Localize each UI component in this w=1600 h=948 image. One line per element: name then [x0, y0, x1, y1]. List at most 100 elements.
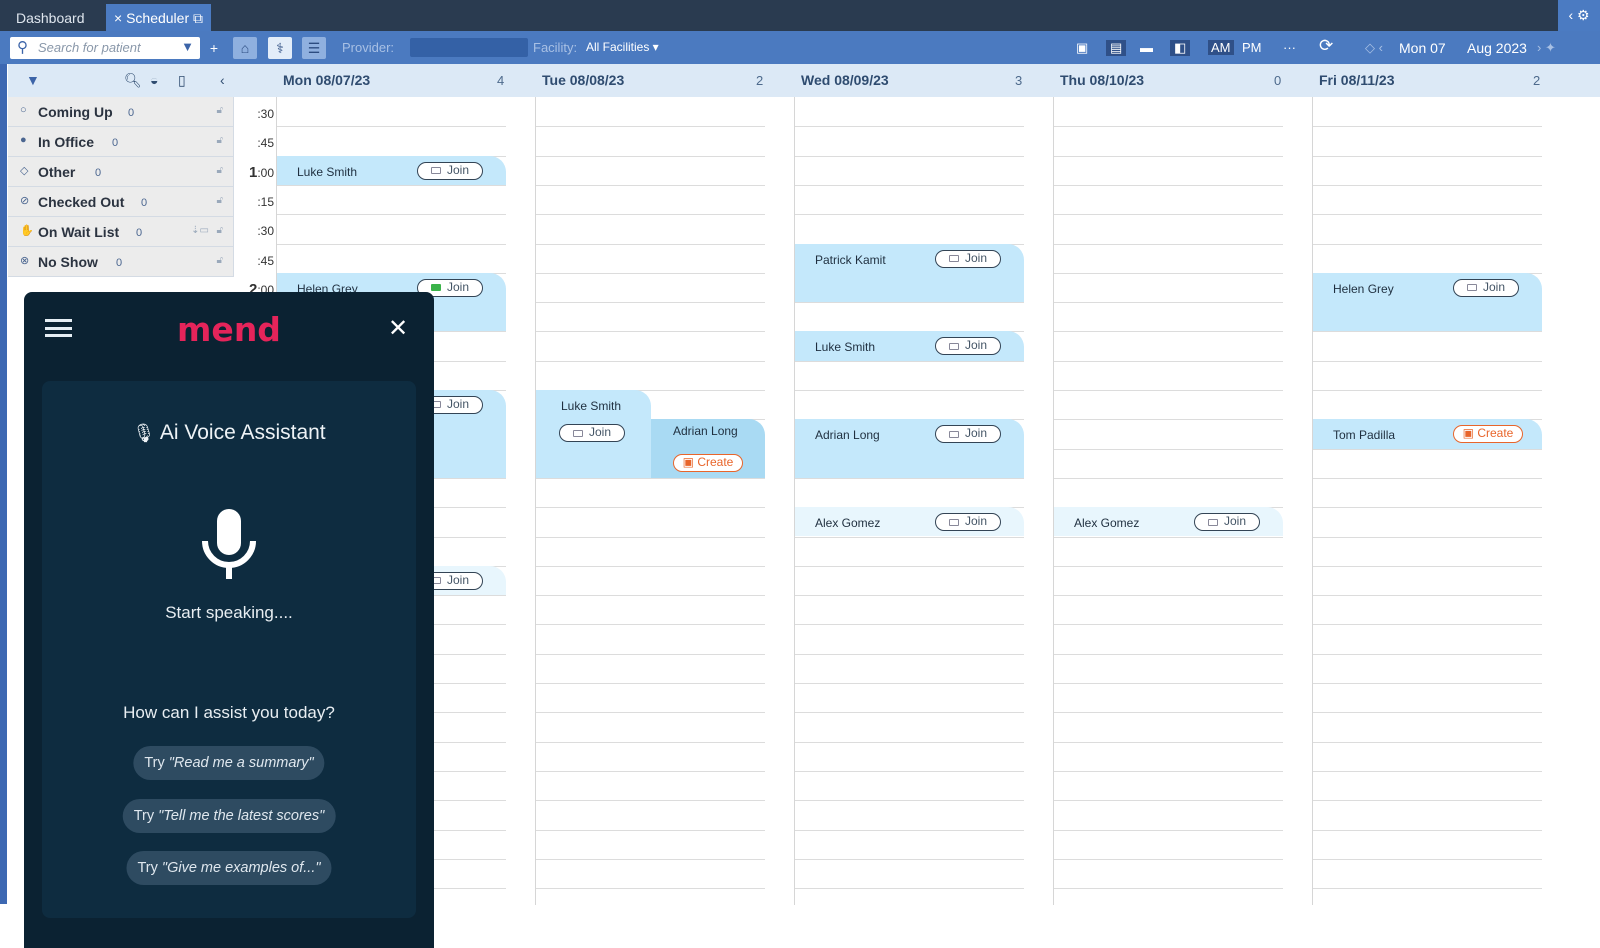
appointment[interactable]: Adrian Long ▣ Create	[651, 419, 765, 478]
appointment[interactable]: Luke Smith Join	[536, 390, 651, 478]
current-month[interactable]: Aug 2023	[1467, 40, 1527, 56]
time-slot-line	[1054, 536, 1283, 538]
microphone-icon[interactable]	[199, 509, 259, 584]
join-button[interactable]: Join	[935, 513, 1001, 532]
status-item[interactable]: ⊘ Checked Out 0 🔓︎	[8, 187, 234, 217]
time-slot-line	[1313, 888, 1542, 890]
time-slot-line	[1054, 390, 1283, 391]
day-header-label[interactable]: Wed 08/09/23	[801, 72, 889, 88]
appointment[interactable]: Patrick Kamit Join	[795, 243, 1024, 303]
tab-scheduler[interactable]: × Scheduler ⧉	[106, 4, 212, 31]
home-button[interactable]: ⌂	[233, 37, 257, 59]
am-toggle[interactable]: AM	[1208, 40, 1234, 55]
time-minute: :45	[257, 136, 274, 151]
lock-icon[interactable]: 🔓︎	[217, 135, 223, 146]
filter-icon[interactable]: ▼	[26, 72, 40, 88]
prev-icon[interactable]: ◇ ‹	[1365, 40, 1383, 56]
create-button[interactable]: ▣ Create	[1453, 425, 1523, 444]
time-slot-line	[1313, 565, 1542, 567]
refresh-icon[interactable]: ⟳	[1319, 36, 1333, 56]
facility-select[interactable]: All Facilities ▾	[586, 40, 659, 54]
close-icon[interactable]: ✕	[388, 314, 408, 343]
status-item[interactable]: ○ Coming Up 0 🔓︎	[8, 97, 234, 127]
half-circle-icon[interactable]: ◒	[150, 72, 158, 88]
status-icon: ○	[20, 104, 27, 116]
time-slot-line	[536, 243, 765, 245]
appointment[interactable]: Adrian Long Join	[795, 419, 1024, 478]
day-view-icon[interactable]: ▣	[1076, 40, 1088, 56]
join-button[interactable]: Join	[559, 424, 625, 443]
more-icon[interactable]: ···	[1283, 40, 1296, 55]
lock-icon[interactable]: 🔓︎	[217, 165, 223, 176]
day-header-label[interactable]: Thu 08/10/23	[1060, 72, 1144, 88]
time-slot-line	[1054, 155, 1283, 157]
join-button[interactable]: Join	[935, 337, 1001, 356]
time-slot-line	[277, 184, 506, 186]
time-slot-line	[1313, 184, 1542, 186]
day-appointment-count: 4	[497, 73, 505, 88]
status-item[interactable]: ◇ Other 0 🔓︎	[8, 157, 234, 187]
appointment[interactable]: Alex Gomez Join	[1054, 507, 1283, 537]
lock-icon[interactable]: 🔓︎	[217, 105, 223, 116]
month-view-icon[interactable]: ▬	[1140, 40, 1153, 55]
split-view-icon[interactable]: ◧	[1170, 40, 1191, 56]
status-count: 0	[128, 107, 135, 119]
search-calendar-icon[interactable]: 🔍︎	[124, 72, 142, 89]
suggestion-chip[interactable]: Try "Read me a summary"	[133, 746, 325, 780]
join-button[interactable]: Join	[417, 161, 483, 180]
stethoscope-button[interactable]: ⚕	[268, 37, 292, 59]
week-view-icon[interactable]: ▤	[1106, 40, 1127, 56]
day-header-label[interactable]: Mon 08/07/23	[283, 72, 370, 88]
suggestion-chip[interactable]: Try "Tell me the latest scores"	[122, 799, 336, 833]
close-tab-icon[interactable]: ×	[114, 10, 122, 26]
status-sidebar: ○ Coming Up 0 🔓︎ ● In Office 0 🔓︎ ◇ Other 0 🔓︎ ⊘ Chec…	[8, 97, 234, 277]
collapse-icon[interactable]: ‹	[220, 72, 225, 88]
status-item[interactable]: ✋ On Wait List 0 ⇣▭ 🔓︎	[8, 217, 234, 247]
time-slot-line	[1313, 741, 1542, 743]
voice-sparkle-icon: 🎙︎	[132, 423, 156, 443]
search-input[interactable]: ⚲ Search for patient ▼	[10, 37, 200, 59]
join-button[interactable]: Join	[1453, 278, 1519, 297]
panel-icon[interactable]: ▯	[178, 72, 186, 89]
appointment[interactable]: Luke Smith Join	[277, 155, 506, 185]
time-slot-line	[795, 184, 1024, 186]
lock-icon[interactable]: 🔓︎	[217, 255, 223, 266]
appointment[interactable]: Alex Gomez Join	[795, 507, 1024, 537]
status-item[interactable]: ● In Office 0 🔓︎	[8, 127, 234, 157]
sort-icon[interactable]: ⇣▭	[191, 225, 209, 236]
status-item[interactable]: ⊗ No Show 0 🔓︎	[8, 247, 234, 277]
status-count: 0	[112, 137, 119, 149]
tab-dashboard[interactable]: Dashboard	[6, 4, 95, 31]
filter-icon[interactable]: ▼	[181, 39, 194, 54]
status-label: In Office	[38, 134, 95, 150]
day-header-label[interactable]: Fri 08/11/23	[1319, 72, 1395, 88]
appointment[interactable]: Tom Padilla ▣ Create	[1313, 419, 1542, 449]
next-icon[interactable]: › ✦	[1537, 40, 1556, 56]
settings-gear-icon[interactable]: ‹ ⚙	[1558, 0, 1600, 31]
time-slot-line	[1313, 243, 1542, 245]
provider-select[interactable]	[410, 38, 528, 57]
lock-icon[interactable]: 🔓︎	[217, 225, 223, 236]
list-button[interactable]: ☰	[302, 37, 326, 59]
day-appointment-count: 3	[1015, 73, 1023, 88]
current-day[interactable]: Mon 07	[1399, 40, 1446, 56]
day-appointment-count: 2	[1533, 73, 1541, 88]
join-button[interactable]: Join	[935, 249, 1001, 268]
status-icon: ●	[20, 134, 27, 146]
appointment[interactable]: Helen Grey Join	[1313, 272, 1542, 332]
lock-icon[interactable]: 🔓︎	[217, 195, 223, 206]
add-button[interactable]: +	[202, 37, 226, 59]
appointment[interactable]: Luke Smith Join	[795, 331, 1024, 361]
create-button[interactable]: ▣ Create	[673, 453, 743, 472]
status-count: 0	[95, 167, 102, 179]
join-button[interactable]: Join	[935, 425, 1001, 444]
pm-toggle[interactable]: PM	[1242, 40, 1262, 55]
suggestion-chip[interactable]: Try "Give me examples of..."	[126, 851, 332, 885]
time-slot-line	[277, 214, 506, 216]
join-button[interactable]: Join	[1194, 513, 1260, 532]
day-header-row: ▼ 🔍︎ ◒ ▯ ‹ Mon 08/07/23 4 Tue 08/08/23 2 Wed…	[8, 64, 1600, 97]
time-slot-line	[1054, 858, 1283, 860]
external-link-icon[interactable]: ⧉	[193, 10, 203, 26]
time-slot-line	[795, 770, 1024, 772]
day-header-label[interactable]: Tue 08/08/23	[542, 72, 624, 88]
